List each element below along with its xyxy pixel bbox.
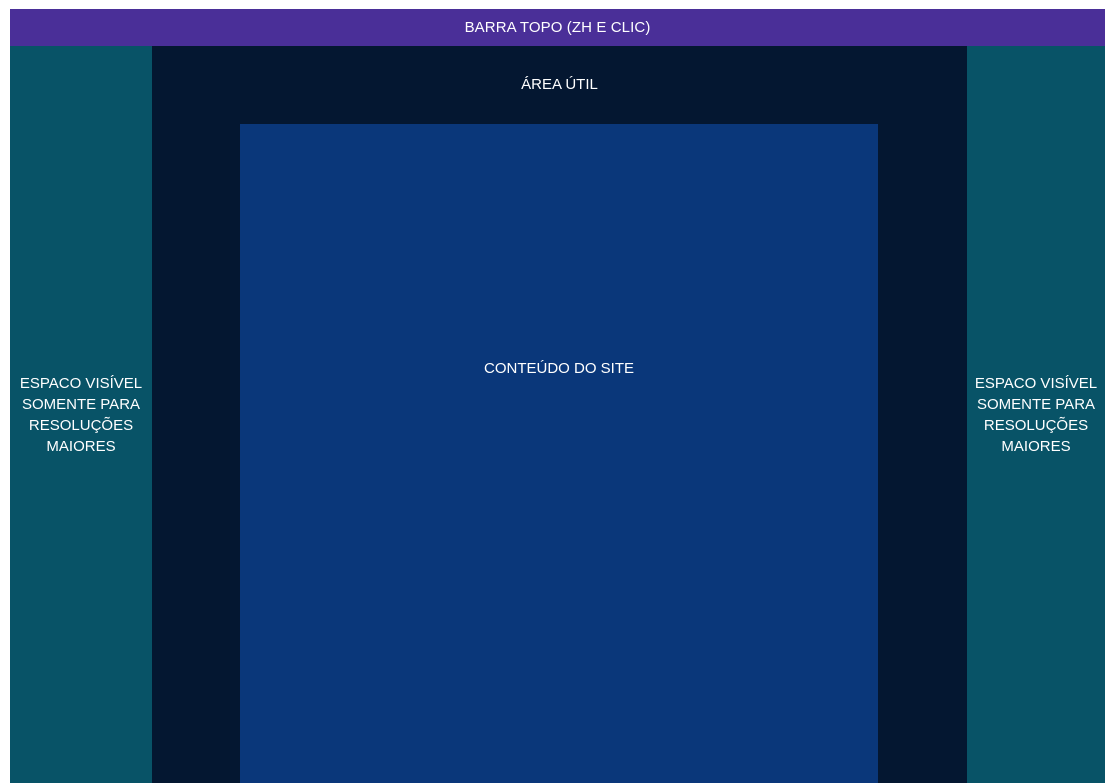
site-content-label: CONTEÚDO DO SITE: [483, 360, 634, 377]
right-side-panel: ESPACO VISÍVEL SOMENTE PARA RESOLUÇÕES M…: [967, 46, 1105, 783]
top-bar: BARRA TOPO (ZH E CLIC): [10, 9, 1105, 46]
left-side-panel-line: MAIORES: [46, 437, 116, 455]
layout-diagram: BARRA TOPO (ZH E CLIC) ESPACO VISÍVEL SO…: [0, 0, 1105, 783]
right-side-panel-line: MAIORES: [1001, 437, 1071, 455]
site-content-area: CONTEÚDO DO SITE: [240, 124, 878, 783]
useful-area-label: ÁREA ÚTIL: [521, 76, 598, 93]
right-side-panel-line: RESOLUÇÕES: [983, 416, 1089, 434]
left-side-panel-line: SOMENTE PARA: [21, 395, 141, 413]
useful-area: ÁREA ÚTIL CONTEÚDO DO SITE: [152, 46, 967, 783]
top-bar-label: BARRA TOPO (ZH E CLIC): [464, 19, 651, 36]
left-side-panel-line: ESPACO VISÍVEL: [19, 374, 143, 392]
left-side-panel-text: ESPACO VISÍVEL SOMENTE PARA RESOLUÇÕES M…: [20, 373, 142, 457]
right-side-panel-line: SOMENTE PARA: [976, 395, 1096, 413]
right-side-panel-line: ESPACO VISÍVEL: [974, 374, 1098, 392]
left-side-panel-line: RESOLUÇÕES: [28, 416, 134, 434]
right-side-panel-text: ESPACO VISÍVEL SOMENTE PARA RESOLUÇÕES M…: [975, 373, 1097, 457]
left-side-panel: ESPACO VISÍVEL SOMENTE PARA RESOLUÇÕES M…: [10, 46, 152, 783]
